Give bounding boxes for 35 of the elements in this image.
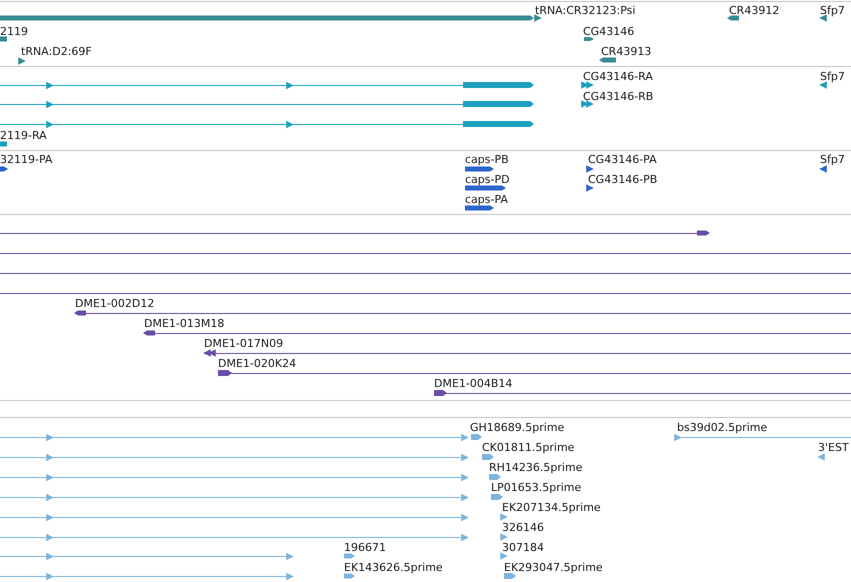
feature-label: CG43146-PB: [588, 173, 658, 186]
feature-label: Sfp7: [820, 4, 845, 17]
feature-label: Sfp7: [820, 70, 845, 83]
feature-label: DME1-017N09: [204, 337, 284, 350]
feature-label: GH18689.5prime: [470, 421, 564, 434]
feature-label: LP01653.5prime: [491, 481, 582, 494]
feature-label: DME1-002D12: [75, 297, 154, 310]
feature-label: 3'EST: [818, 441, 849, 454]
feature-label: EK293047.5prime: [504, 561, 603, 574]
feature-label: bs39d02.5prime: [677, 421, 768, 434]
feature-label: 2119-RA: [0, 129, 47, 142]
feature-label: CR43912: [729, 4, 780, 17]
feature-label: CG43146: [583, 25, 634, 38]
feature-label: DME1-020K24: [218, 357, 296, 370]
feature-label: EK207134.5prime: [502, 501, 601, 514]
feature-label: CR43913: [601, 45, 652, 58]
feature-label: CG43146-PA: [588, 153, 657, 166]
feature-label: 196671: [344, 541, 386, 554]
feature-label: DME1-004B14: [434, 377, 512, 390]
feature-label: Sfp7: [820, 153, 845, 166]
feature-label: tRNA:D2:69F: [21, 45, 92, 58]
feature-label: 32119-PA: [0, 153, 52, 166]
feature-label: caps-PB: [465, 153, 509, 166]
feature-label: RH14236.5prime: [489, 461, 582, 474]
feature-label: CG43146-RB: [583, 90, 654, 103]
feature-label: tRNA:CR32123:Psi: [535, 4, 636, 17]
feature-label: 2119: [0, 25, 28, 38]
feature-label: CG43146-RA: [583, 70, 653, 83]
feature-label: caps-PA: [465, 193, 508, 206]
feature-label: caps-PD: [465, 173, 510, 186]
feature-label: 326146: [502, 521, 544, 534]
feature-label: DME1-013M18: [144, 317, 224, 330]
feature-label: EK143626.5prime: [344, 561, 443, 574]
feature-label: CK01811.5prime: [482, 441, 574, 454]
feature-label: 307184: [502, 541, 544, 554]
